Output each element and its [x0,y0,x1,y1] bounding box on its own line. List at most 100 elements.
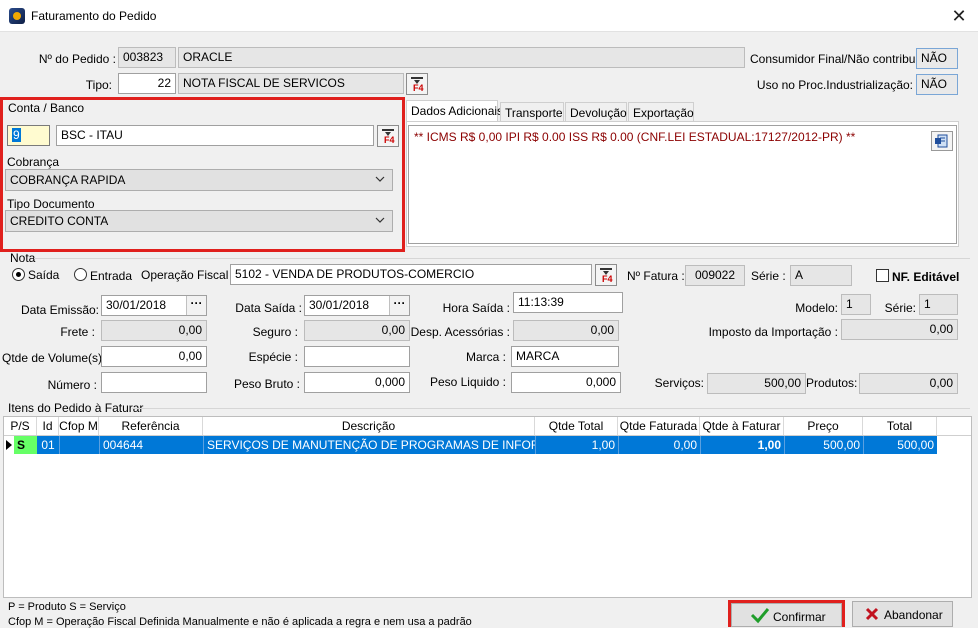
itens-group-line [132,408,970,409]
close-icon[interactable]: ✕ [944,4,974,28]
produtos-field: 0,00 [859,373,958,394]
cobranca-value: COBRANÇA RAPIDA [10,173,126,187]
seguro-field: 0,00 [304,320,410,341]
saida-radio[interactable] [12,268,25,281]
data-emissao-input[interactable]: 30/01/2018 ··· [101,295,207,316]
numero-input[interactable] [101,372,207,393]
entrada-radio[interactable] [74,268,87,281]
qtde-volume-input[interactable]: 0,00 [101,346,207,367]
data-emissao-label: Data Emissão: [20,303,99,317]
cobranca-select[interactable]: COBRANÇA RAPIDA [5,169,393,191]
tipo-doc-value: CREDITO CONTA [10,214,109,228]
col-qtde-faturada-header[interactable]: Qtde Faturada [618,417,700,435]
confirm-label: Confirmar [773,610,826,624]
dados-adicionais-panel: ** ICMS R$ 0,00 IPI R$ 0.00 ISS R$ 0.00 … [406,121,959,247]
marca-input[interactable]: MARCA [511,346,619,367]
consumidor-value: NÃO [916,48,958,69]
hora-saida-input[interactable]: 11:13:39 [513,292,623,313]
desp-acessorias-field: 0,00 [513,320,619,341]
grid-scrollbar[interactable] [972,416,978,598]
tipo-label: Tipo: [85,78,112,92]
serie-field: A [790,265,852,286]
imposto-importacao-field: 0,00 [841,319,958,340]
window-title: Faturamento do Pedido [31,9,157,23]
confirm-button[interactable]: Confirmar [731,603,842,627]
tipo-code-input[interactable]: 22 [118,73,176,94]
data-saida-input[interactable]: 30/01/2018 ··· [304,295,410,316]
operacao-label: Operação Fiscal : [141,268,236,282]
cell-referencia: 004644 [99,436,203,454]
pedido-label: Nº do Pedido : [38,52,116,66]
col-cfop-header[interactable]: Cfop M [59,417,99,435]
nf-editavel-checkbox[interactable] [876,269,889,282]
operacao-field[interactable]: 5102 - VENDA DE PRODUTOS-COMERCIO [230,264,592,285]
tab-devolucao[interactable]: Devolução [565,102,627,122]
data-saida-picker-button[interactable]: ··· [389,296,409,315]
peso-liquido-label: Peso Liquido : [429,375,506,389]
nota-group-line [34,258,970,259]
table-row[interactable]: S 01 004644 SERVIÇOS DE MANUTENÇÃO DE PR… [4,436,937,454]
data-emissao-picker-button[interactable]: ··· [186,296,206,315]
col-preco-header[interactable]: Preço [784,417,863,435]
operacao-lookup-button[interactable]: F4 [595,264,617,286]
chevron-down-icon [375,217,385,223]
qtde-volume-label: Qtde de Volume(s) : [2,351,109,365]
checkmark-icon [750,608,770,624]
tab-dados-adicionais[interactable]: Dados Adicionais [406,100,503,122]
col-qtde-faturar-header[interactable]: Qtde à Faturar [700,417,784,435]
legend-ps: P = Produto S = Serviço [8,601,126,613]
especie-label: Espécie : [248,350,298,364]
imposto-importacao-label: Imposto da Importação : [708,325,838,339]
conta-lookup-button[interactable]: F4 [377,125,399,147]
serie2-field: 1 [919,294,958,315]
col-ps-header[interactable]: P/S [4,417,37,435]
serie2-label: Série: [884,301,916,315]
saida-label: Saída [28,268,60,282]
data-emissao-value: 30/01/2018 [106,298,167,312]
app-icon [9,8,25,24]
edit-notes-button[interactable] [931,131,953,151]
cell-total: 500,00 [863,436,937,454]
proc-value: NÃO [916,74,958,95]
marca-label: Marca : [465,350,506,364]
numero-label: Número : [47,378,97,392]
dados-adicionais-textarea[interactable]: ** ICMS R$ 0,00 IPI R$ 0.00 ISS R$ 0.00 … [408,125,957,244]
tipo-lookup-button[interactable]: F4 [406,73,428,95]
peso-bruto-input[interactable]: 0,000 [304,372,410,393]
col-referencia-header[interactable]: Referência [99,417,203,435]
entrada-label: Entrada [90,269,133,283]
conta-name-field: BSC - ITAU [56,125,374,146]
cell-ps: S [14,436,37,454]
tipo-desc-field: NOTA FISCAL DE SERVICOS [178,73,404,94]
especie-input[interactable] [304,346,410,367]
itens-grid[interactable]: P/S Id Cfop M Referência Descrição Qtde … [3,416,972,598]
cell-qtde-faturada: 0,00 [618,436,700,454]
peso-liquido-input[interactable]: 0,000 [511,372,621,393]
tipo-doc-select[interactable]: CREDITO CONTA [5,210,393,232]
chevron-down-icon [375,176,385,182]
x-icon [865,607,879,621]
data-saida-value: 30/01/2018 [309,298,370,312]
col-qtde-total-header[interactable]: Qtde Total [535,417,618,435]
col-total-header[interactable]: Total [863,417,937,435]
desp-acessorias-label: Desp. Acessórias : [410,325,510,339]
produtos-label: Produtos: [806,376,858,390]
pedido-number-field: 003823 [118,47,176,68]
hora-saida-label: Hora Saída : [442,301,510,315]
peso-bruto-label: Peso Bruto : [233,377,300,391]
cell-descricao: SERVIÇOS DE MANUTENÇÃO DE PROGRAMAS DE I… [203,436,535,454]
col-descricao-header[interactable]: Descrição [203,417,535,435]
seguro-label: Seguro : [252,325,298,339]
cell-id: 01 [37,436,59,454]
conta-code-input[interactable]: 9 [7,125,50,146]
consumidor-label: Consumidor Final/Não contribuinte: [750,52,939,66]
tipo-doc-label: Tipo Documento [7,197,95,211]
tab-exportacao[interactable]: Exportação [628,102,694,122]
row-pointer-icon [4,436,14,454]
col-id-header[interactable]: Id [37,417,59,435]
tab-transporte[interactable]: Transporte [500,102,564,122]
cobranca-label: Cobrança [7,155,60,169]
title-bar: Faturamento do Pedido ✕ [0,0,978,32]
cell-qtde-faturar: 1,00 [700,436,784,454]
cancel-button[interactable]: Abandonar [852,601,953,627]
